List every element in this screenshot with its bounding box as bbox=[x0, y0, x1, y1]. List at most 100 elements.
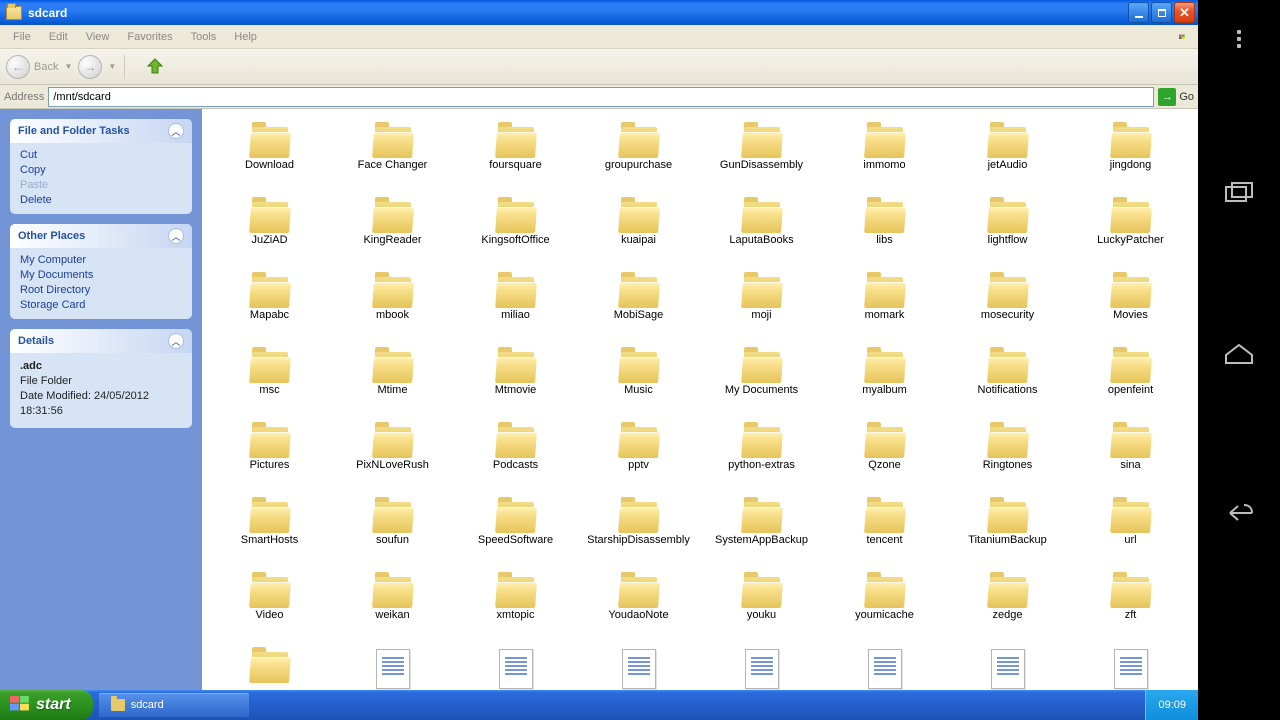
place-mydocuments[interactable]: My Documents bbox=[20, 269, 182, 281]
folder-item[interactable]: zedge bbox=[946, 574, 1069, 649]
minimize-button[interactable] bbox=[1128, 2, 1149, 23]
folder-item[interactable]: youku bbox=[700, 574, 823, 649]
folder-item[interactable]: youmicache bbox=[823, 574, 946, 649]
file-item[interactable] bbox=[823, 649, 946, 690]
forward-dropdown-icon[interactable]: ▼ bbox=[108, 62, 116, 71]
folder-item[interactable] bbox=[331, 109, 454, 124]
folder-item[interactable]: groupurchase bbox=[577, 124, 700, 199]
panel-header-tasks[interactable]: File and Folder Tasks ︿ bbox=[10, 119, 192, 143]
folder-item[interactable]: MobiSage bbox=[577, 274, 700, 349]
file-item[interactable] bbox=[454, 649, 577, 690]
folder-item[interactable]: Download bbox=[208, 124, 331, 199]
folder-item[interactable]: StarshipDisassembly bbox=[577, 499, 700, 574]
folder-item[interactable]: KingReader bbox=[331, 199, 454, 274]
address-input[interactable] bbox=[48, 87, 1154, 107]
folder-item[interactable]: GunDisassembly bbox=[700, 124, 823, 199]
titlebar[interactable]: sdcard ✕ bbox=[0, 0, 1198, 25]
folder-item[interactable]: moji bbox=[700, 274, 823, 349]
go-button[interactable]: → Go bbox=[1158, 88, 1194, 106]
folder-item[interactable]: TitaniumBackup bbox=[946, 499, 1069, 574]
file-item[interactable] bbox=[946, 649, 1069, 690]
folder-item[interactable]: miliao bbox=[454, 274, 577, 349]
place-mycomputer[interactable]: My Computer bbox=[20, 254, 182, 266]
menu-favorites[interactable]: Favorites bbox=[118, 28, 181, 46]
chevron-up-icon[interactable]: ︿ bbox=[168, 228, 184, 244]
folder-item[interactable]: My Documents bbox=[700, 349, 823, 424]
overflow-menu-icon[interactable] bbox=[1237, 30, 1241, 48]
folder-view[interactable]: hotelfinderDownloadFace Changerfoursquar… bbox=[202, 109, 1198, 690]
folder-item[interactable]: Face Changer bbox=[331, 124, 454, 199]
file-item[interactable] bbox=[331, 649, 454, 690]
folder-item[interactable]: Ringtones bbox=[946, 424, 1069, 499]
folder-item[interactable]: Pictures bbox=[208, 424, 331, 499]
folder-item[interactable]: mosecurity bbox=[946, 274, 1069, 349]
start-button[interactable]: start bbox=[0, 690, 93, 720]
folder-item[interactable]: myalbum bbox=[823, 349, 946, 424]
folder-item[interactable] bbox=[946, 109, 1069, 124]
folder-item[interactable]: kuaipai bbox=[577, 199, 700, 274]
folder-item[interactable]: openfeint bbox=[1069, 349, 1192, 424]
file-item[interactable] bbox=[700, 649, 823, 690]
folder-item[interactable]: Notifications bbox=[946, 349, 1069, 424]
maximize-button[interactable] bbox=[1151, 2, 1172, 23]
folder-item[interactable]: python-extras bbox=[700, 424, 823, 499]
folder-item[interactable]: libs bbox=[823, 199, 946, 274]
folder-item[interactable] bbox=[454, 109, 577, 124]
home-button[interactable] bbox=[1221, 338, 1257, 368]
folder-item[interactable]: JuZiAD bbox=[208, 199, 331, 274]
recent-apps-button[interactable] bbox=[1221, 178, 1257, 208]
folder-item[interactable]: LuckyPatcher bbox=[1069, 199, 1192, 274]
folder-item[interactable] bbox=[577, 109, 700, 124]
close-button[interactable]: ✕ bbox=[1174, 2, 1195, 23]
folder-item[interactable]: KingsoftOffice bbox=[454, 199, 577, 274]
folder-item[interactable]: Music bbox=[577, 349, 700, 424]
back-dropdown-icon[interactable]: ▼ bbox=[64, 62, 72, 71]
folder-item[interactable]: lightflow bbox=[946, 199, 1069, 274]
folder-item[interactable]: foursquare bbox=[454, 124, 577, 199]
folder-item[interactable]: Podcasts bbox=[454, 424, 577, 499]
folder-item[interactable]: zft bbox=[1069, 574, 1192, 649]
taskbar-item-sdcard[interactable]: sdcard bbox=[99, 693, 249, 717]
folder-item[interactable] bbox=[700, 109, 823, 124]
folder-item[interactable]: LaputaBooks bbox=[700, 199, 823, 274]
menu-help[interactable]: Help bbox=[225, 28, 266, 46]
folder-item[interactable]: momark bbox=[823, 274, 946, 349]
folder-item[interactable]: SystemAppBackup bbox=[700, 499, 823, 574]
folder-item[interactable]: jingdong bbox=[1069, 124, 1192, 199]
back-button[interactable]: ← Back ▼ bbox=[6, 55, 74, 79]
task-copy[interactable]: Copy bbox=[20, 164, 182, 176]
task-cut[interactable]: Cut bbox=[20, 149, 182, 161]
folder-item[interactable]: sina bbox=[1069, 424, 1192, 499]
file-item[interactable] bbox=[577, 649, 700, 690]
folder-item[interactable]: Mtime bbox=[331, 349, 454, 424]
folder-item[interactable]: SmartHosts bbox=[208, 499, 331, 574]
place-storage[interactable]: Storage Card bbox=[20, 299, 182, 311]
folder-item[interactable]: SpeedSoftware bbox=[454, 499, 577, 574]
folder-item[interactable]: soufun bbox=[331, 499, 454, 574]
forward-button[interactable]: → bbox=[78, 55, 102, 79]
folder-item[interactable] bbox=[208, 649, 331, 690]
panel-header-details[interactable]: Details ︿ bbox=[10, 329, 192, 353]
folder-item[interactable]: weikan bbox=[331, 574, 454, 649]
menu-view[interactable]: View bbox=[77, 28, 119, 46]
folder-item[interactable]: immomo bbox=[823, 124, 946, 199]
folder-item[interactable]: pptv bbox=[577, 424, 700, 499]
folder-item[interactable]: mbook bbox=[331, 274, 454, 349]
folder-item[interactable]: msc bbox=[208, 349, 331, 424]
folder-item[interactable]: Movies bbox=[1069, 274, 1192, 349]
menu-file[interactable]: File bbox=[4, 28, 40, 46]
file-item[interactable] bbox=[1069, 649, 1192, 690]
menu-edit[interactable]: Edit bbox=[40, 28, 77, 46]
folder-item[interactable]: PixNLoveRush bbox=[331, 424, 454, 499]
back-button[interactable] bbox=[1221, 498, 1257, 528]
folder-item[interactable] bbox=[823, 109, 946, 124]
folder-item[interactable]: Video bbox=[208, 574, 331, 649]
folder-item[interactable] bbox=[1069, 109, 1192, 124]
folder-item[interactable]: xmtopic bbox=[454, 574, 577, 649]
panel-header-places[interactable]: Other Places ︿ bbox=[10, 224, 192, 248]
folder-item[interactable]: Mtmovie bbox=[454, 349, 577, 424]
chevron-up-icon[interactable]: ︿ bbox=[168, 123, 184, 139]
place-root[interactable]: Root Directory bbox=[20, 284, 182, 296]
folder-item[interactable]: tencent bbox=[823, 499, 946, 574]
chevron-up-icon[interactable]: ︿ bbox=[168, 333, 184, 349]
